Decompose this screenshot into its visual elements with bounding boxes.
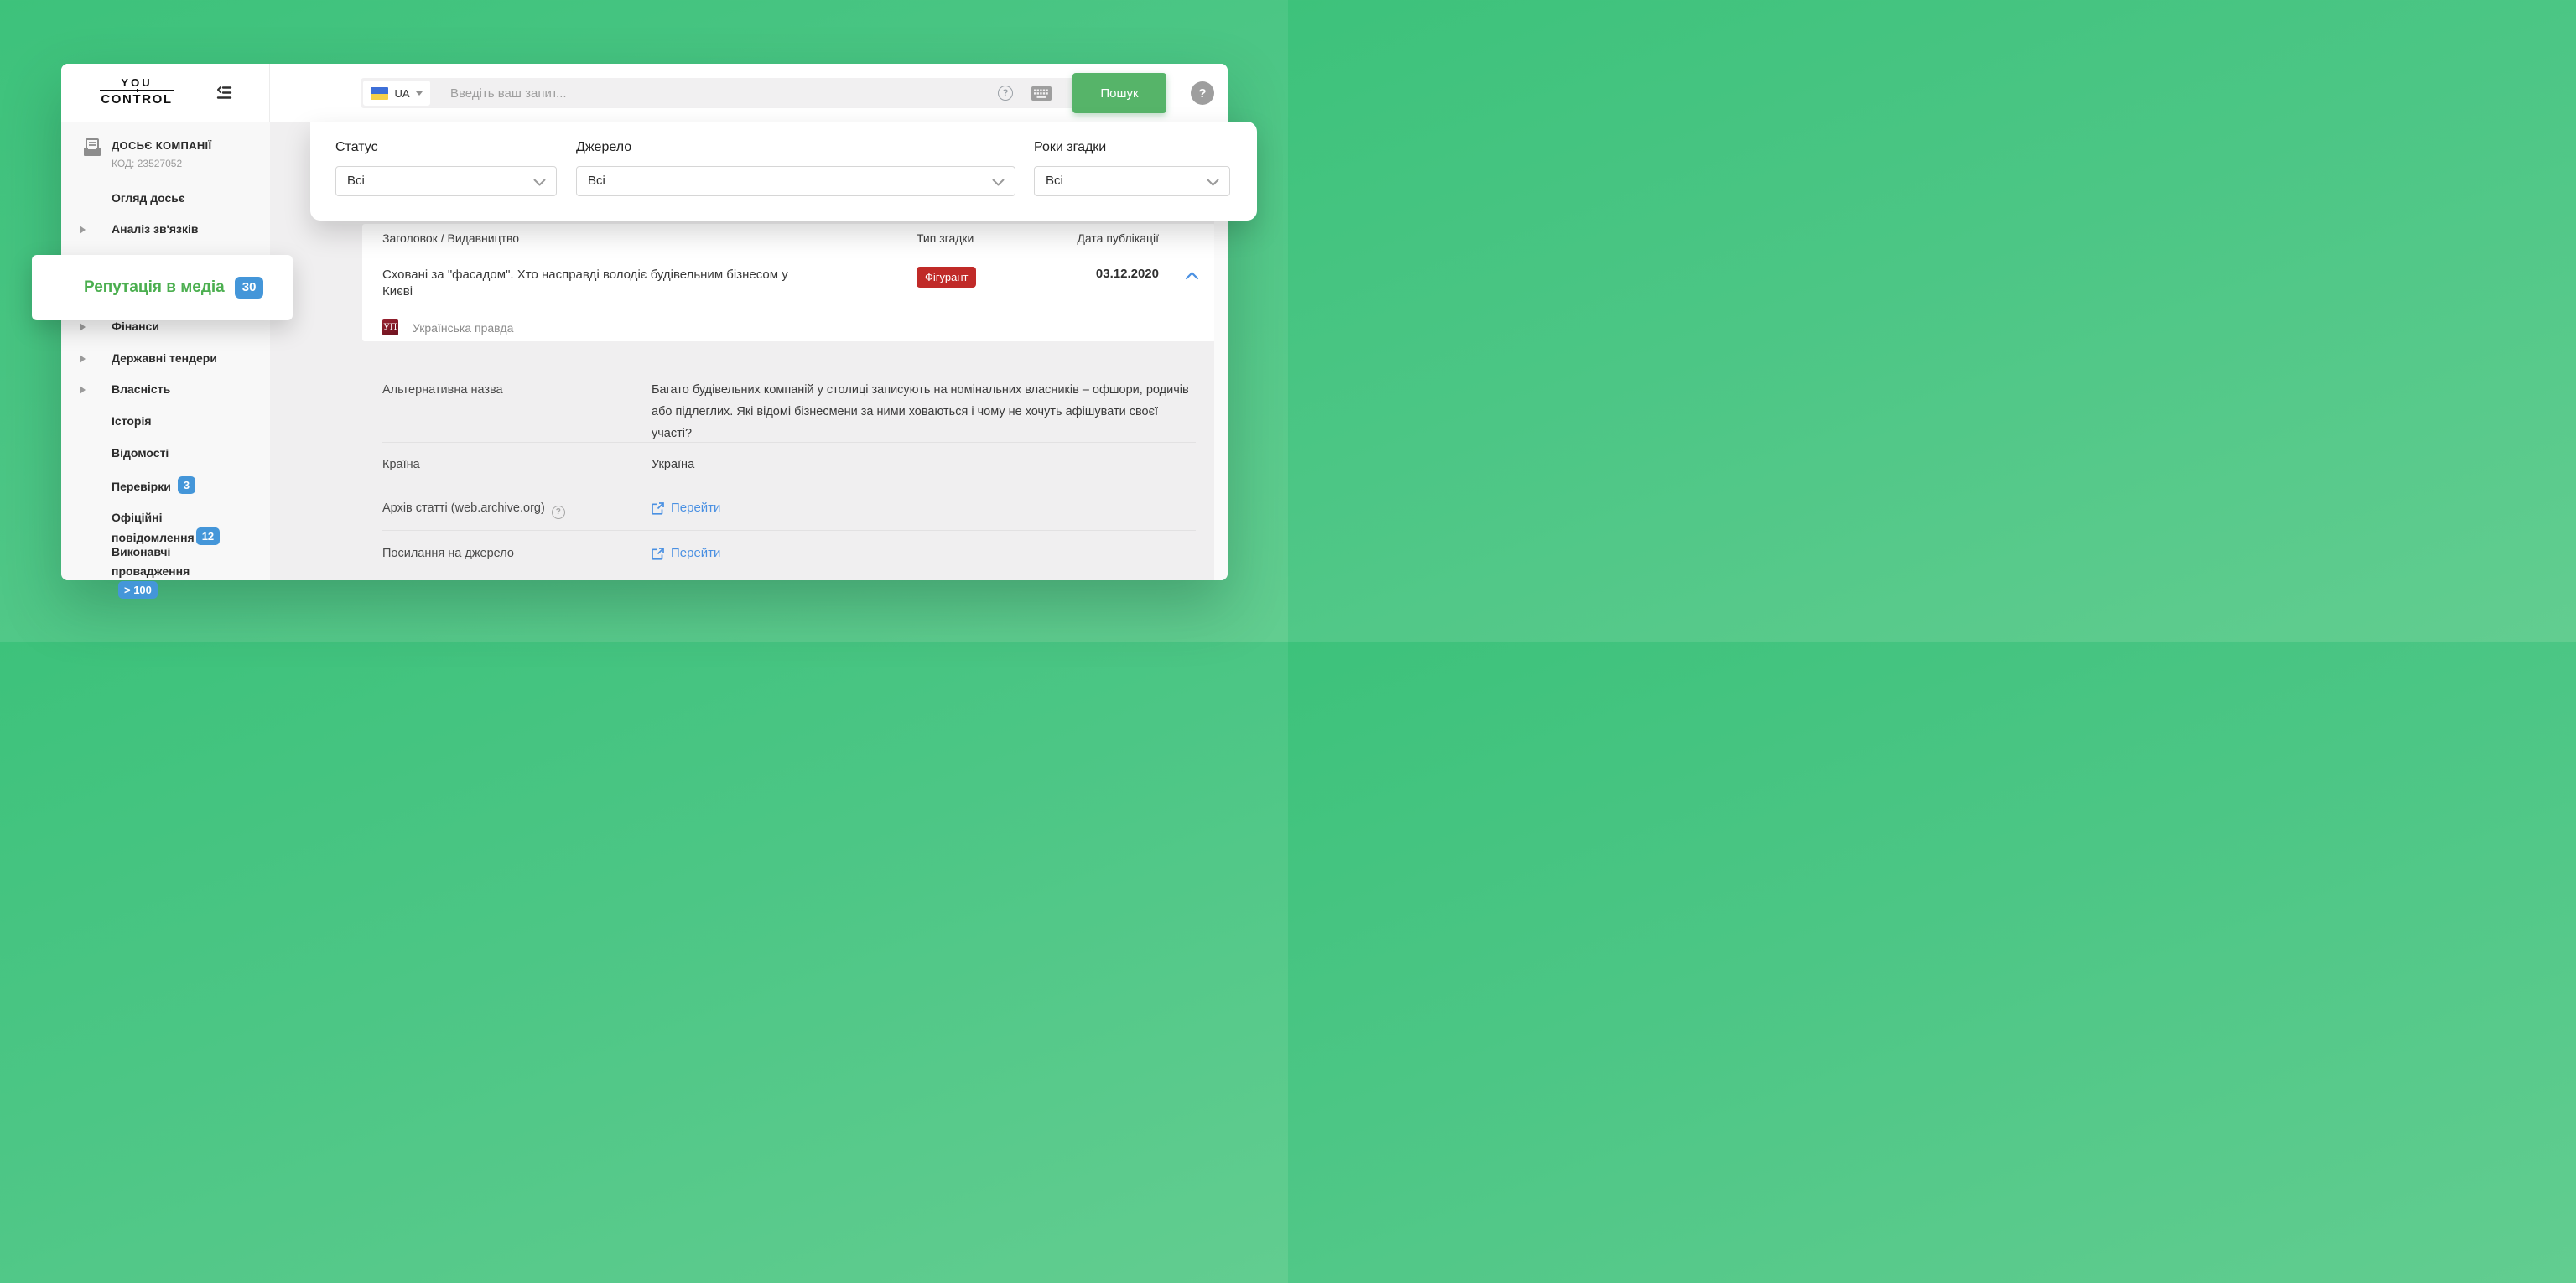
sidebar-item-official-notices[interactable]: Офіційні повідомлення12 (61, 508, 270, 548)
mentions-table-card: Заголовок / Видавництво Тип згадки Дата … (362, 224, 1216, 341)
publisher-name: Українська правда (413, 321, 513, 335)
detail-value: Багато будівельних компаній у столиці за… (652, 379, 1196, 442)
triangle-right-icon (80, 355, 86, 363)
detail-row-country: Країна Україна (382, 443, 1196, 486)
sidebar-item-overview[interactable]: Огляд досьє (61, 190, 270, 207)
triangle-right-icon (80, 386, 86, 394)
sidebar-item-media-reputation[interactable]: Репутація в медіа 30 (32, 255, 293, 320)
language-code: UA (394, 87, 409, 100)
chevron-down-icon (416, 91, 423, 96)
article-details: Альтернативна назва Багато будівельних к… (362, 341, 1216, 580)
source-filter-select[interactable]: Всі (576, 166, 1015, 196)
search-help-icon[interactable]: ? (998, 86, 1013, 101)
virtual-keyboard-icon[interactable] (1031, 86, 1052, 101)
sidebar-item-relations-analysis[interactable]: Аналіз зв'язків (61, 221, 270, 238)
search-input[interactable] (430, 86, 998, 101)
app-window: YOU CONTROL (61, 64, 1228, 580)
article-title[interactable]: Сховані за "фасадом". Хто насправді воло… (382, 267, 802, 299)
sidebar-item-company-dossier[interactable]: ДОСЬЄ КОМПАНІЇ КОД: 23527052 (61, 139, 270, 170)
mention-years-filter-select[interactable]: Всі (1034, 166, 1230, 196)
language-selector[interactable]: UA (363, 81, 430, 106)
sidebar-item-ownership[interactable]: Власність (61, 381, 270, 398)
sidebar-item-finances[interactable]: Фінанси (61, 318, 270, 335)
count-badge: 3 (178, 476, 195, 494)
detail-row-source-link: Посилання на джерело Перейти (382, 531, 1196, 580)
table-header-row: Заголовок / Видавництво Тип згадки Дата … (382, 224, 1199, 252)
publish-date: 03.12.2020 (1096, 264, 1159, 281)
help-tooltip-icon[interactable]: ? (552, 506, 565, 519)
search-button[interactable]: Пошук (1072, 73, 1166, 113)
archive-go-link[interactable]: Перейти (652, 497, 720, 519)
sidebar-item-information[interactable]: Відомості (61, 444, 270, 462)
sidebar-item-state-tenders[interactable]: Державні тендери (61, 350, 270, 367)
external-link-icon-label: Перейти (671, 497, 720, 519)
sidebar: YOU CONTROL (61, 64, 270, 580)
dossier-icon (82, 138, 102, 162)
sidebar-item-history[interactable]: Історія (61, 413, 270, 430)
detail-row-alternative-name: Альтернативна назва Багато будівельних к… (382, 341, 1196, 443)
filter-label-source: Джерело (576, 140, 1015, 155)
external-link-icon-label: Перейти (671, 543, 720, 564)
detail-label: Альтернативна назва (382, 379, 652, 442)
help-button[interactable]: ? (1191, 81, 1214, 105)
publisher-logo: УП (382, 319, 398, 335)
table-row[interactable]: Сховані за "фасадом". Хто насправді воло… (382, 252, 1199, 299)
detail-row-archive: Архів статті (web.archive.org)? Перейти (382, 486, 1196, 531)
chevron-down-icon (533, 176, 546, 191)
sidebar-item-enforcement-proceedings[interactable]: Виконавчі провадження> 100 (61, 543, 270, 601)
chevron-down-icon (1207, 176, 1219, 191)
source-go-link[interactable]: Перейти (652, 543, 720, 564)
search-bar: UA ? (361, 78, 1072, 108)
detail-label: Посилання на джерело (382, 543, 652, 580)
chevron-down-icon (992, 176, 1005, 191)
count-badge: > 100 (118, 581, 158, 599)
topbar: UA ? (270, 64, 1228, 122)
chevron-up-icon[interactable] (1185, 269, 1199, 299)
logo-text-control: CONTROL (101, 92, 172, 106)
triangle-right-icon (80, 226, 86, 234)
detail-value: Україна (652, 454, 1196, 486)
detail-label: Архів статті (web.archive.org)? (382, 497, 652, 530)
publisher-row: УП Українська правда (382, 319, 1199, 335)
ukraine-flag-icon (371, 87, 388, 100)
column-header-mention-type: Тип згадки (917, 231, 1067, 245)
logo-text-you: YOU (100, 76, 174, 89)
triangle-right-icon (80, 323, 86, 331)
column-header-title-publisher: Заголовок / Видавництво (382, 231, 917, 245)
mention-type-badge: Фігурант (917, 267, 976, 288)
count-badge: 30 (235, 277, 264, 299)
status-filter-select[interactable]: Всі (335, 166, 557, 196)
filter-panel: Статус Всі Джерело Всі Роки згадки Всі (310, 122, 1257, 221)
search-area: UA ? (361, 78, 1166, 108)
sidebar-item-inspections[interactable]: Перевірки3 (61, 476, 270, 496)
sidebar-header: YOU CONTROL (61, 64, 270, 122)
filter-label-status: Статус (335, 140, 557, 155)
detail-label: Країна (382, 454, 652, 486)
youcontrol-logo: YOU CONTROL (100, 76, 174, 107)
filter-label-mention-years: Роки згадки (1034, 140, 1230, 155)
collapse-sidebar-icon[interactable] (215, 86, 232, 100)
column-header-publish-date: Дата публікації (1067, 231, 1159, 245)
dossier-code: КОД: 23527052 (112, 158, 270, 170)
dossier-label: ДОСЬЄ КОМПАНІЇ (112, 139, 270, 153)
